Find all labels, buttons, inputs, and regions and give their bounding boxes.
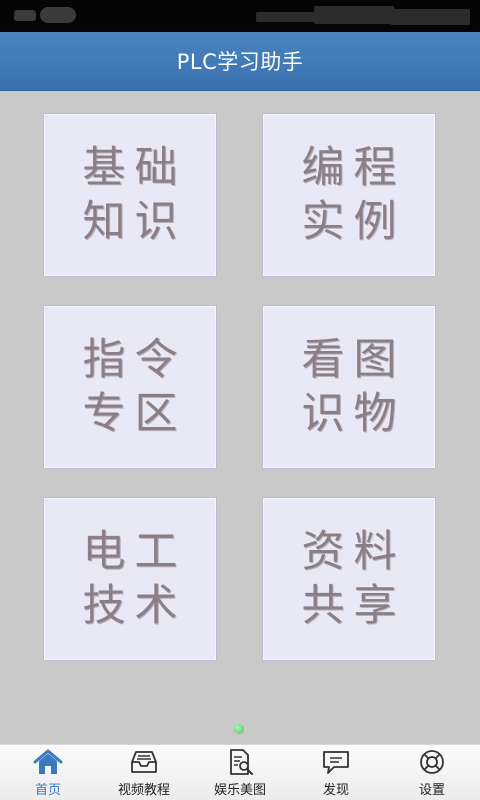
lifebuoy-icon — [417, 748, 447, 776]
tile-electrician-tech[interactable]: 电工 技术 — [44, 498, 216, 660]
tile-label-line1: 编程 — [301, 143, 406, 193]
tab-label: 视频教程 — [117, 783, 170, 798]
tile-instruction-zone[interactable]: 指令 专区 — [44, 306, 216, 468]
tab-entertainment-images[interactable]: 娱乐美图 — [192, 745, 288, 800]
inbox-tray-icon — [129, 748, 159, 776]
tile-label-line1: 指令 — [82, 335, 187, 385]
tab-discover[interactable]: 发现 — [288, 745, 384, 800]
tile-picture-recognition[interactable]: 看图 识物 — [263, 306, 435, 468]
tile-label-line2: 知识 — [82, 197, 187, 247]
main-grid: 基础 知识 编程 实例 指令 专区 看图 识物 电工 技术 资料 共享 — [0, 92, 480, 744]
tile-label-line2: 共享 — [301, 581, 406, 631]
status-bar-right-indicators — [256, 6, 470, 26]
tile-label-line2: 专区 — [82, 389, 187, 439]
title-bar: PLC学习助手 — [0, 32, 480, 91]
document-search-icon — [225, 748, 255, 776]
tab-label: 设置 — [418, 783, 445, 798]
tile-label-line1: 基础 — [82, 143, 187, 193]
status-bar — [0, 0, 480, 32]
tile-resource-sharing[interactable]: 资料 共享 — [263, 498, 435, 660]
home-icon — [33, 748, 63, 776]
tab-label: 首页 — [34, 783, 61, 798]
tile-label-line1: 看图 — [301, 335, 406, 385]
tile-label-line2: 识物 — [301, 389, 406, 439]
page-indicator-dot — [234, 724, 244, 734]
tile-label-line2: 技术 — [82, 581, 187, 631]
tile-label-line1: 资料 — [301, 527, 406, 577]
tile-programming-examples[interactable]: 编程 实例 — [263, 114, 435, 276]
tile-label-line1: 电工 — [82, 527, 187, 577]
tab-label: 娱乐美图 — [213, 783, 266, 798]
tab-label: 发现 — [322, 783, 349, 798]
chat-bubble-icon — [321, 748, 351, 776]
tile-basic-knowledge[interactable]: 基础 知识 — [44, 114, 216, 276]
tab-settings[interactable]: 设置 — [384, 745, 480, 800]
tile-label-line2: 实例 — [301, 197, 406, 247]
status-bar-left-indicators — [14, 7, 78, 23]
tab-home[interactable]: 首页 — [0, 745, 96, 800]
tab-video-tutorials[interactable]: 视频教程 — [96, 745, 192, 800]
page-title: PLC学习助手 — [176, 50, 304, 74]
bottom-tab-bar: 首页 视频教程 娱乐美图 发现 设置 — [0, 744, 480, 800]
